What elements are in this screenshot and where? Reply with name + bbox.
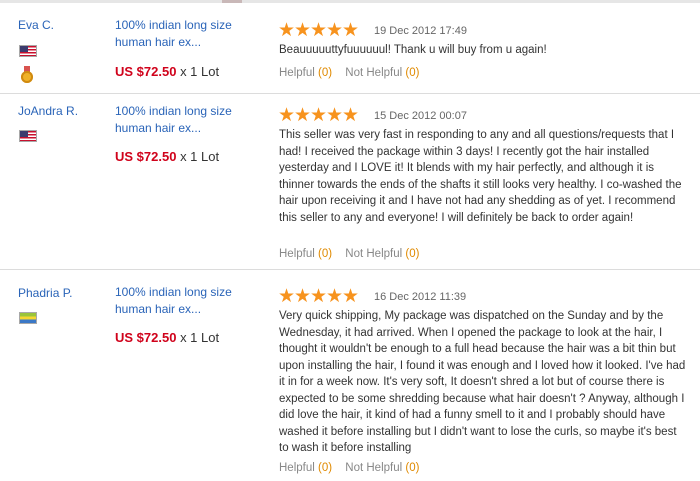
review-text: Beauuuuuttyfuuuuuul! Thank u will buy fr… <box>279 44 547 56</box>
review-text: This seller was very fast in responding … <box>279 129 682 224</box>
product-link[interactable]: 100% indian long size human hair ex... <box>115 284 255 318</box>
buyer-name[interactable]: Eva C. <box>18 18 54 32</box>
review-row: Eva C. 100% indian long size human hair … <box>0 0 700 94</box>
country-flag-icon <box>19 312 37 324</box>
star-icon: ★ <box>278 105 296 126</box>
star-icon: ★ <box>310 105 328 126</box>
quantity: x 1 Lot <box>180 149 220 164</box>
not-helpful-button[interactable]: Not Helpful (0) <box>345 462 419 474</box>
price-amount: US $72.50 <box>115 330 177 345</box>
helpful-votes: Helpful (0) Not Helpful (0) <box>279 462 419 474</box>
us-flag-icon <box>19 45 37 57</box>
quantity: x 1 Lot <box>180 330 220 345</box>
product-link[interactable]: 100% indian long size human hair ex... <box>115 17 255 51</box>
price-amount: US $72.50 <box>115 64 177 79</box>
review-text: Very quick shipping, My package was disp… <box>279 310 686 454</box>
star-rating: ★ ★ ★ ★ ★ <box>278 20 360 41</box>
helpful-button[interactable]: Helpful (0) <box>279 67 332 79</box>
not-helpful-button[interactable]: Not Helpful (0) <box>345 67 419 79</box>
helpful-button[interactable]: Helpful (0) <box>279 248 332 260</box>
star-rating: ★ ★ ★ ★ ★ <box>278 105 360 126</box>
buyer-name[interactable]: Phadria P. <box>18 286 73 300</box>
feedback-list: Eva C. 100% indian long size human hair … <box>0 0 700 481</box>
helpful-button[interactable]: Helpful (0) <box>279 462 332 474</box>
star-icon: ★ <box>294 20 312 41</box>
star-icon: ★ <box>326 105 344 126</box>
price-info: US $72.50 x 1 Lot <box>115 330 219 345</box>
star-icon: ★ <box>310 20 328 41</box>
star-icon: ★ <box>342 286 360 307</box>
helpful-votes: Helpful (0) Not Helpful (0) <box>279 67 419 79</box>
review-row: Phadria P. 100% indian long size human h… <box>0 269 700 481</box>
price-info: US $72.50 x 1 Lot <box>115 149 219 164</box>
star-icon: ★ <box>342 105 360 126</box>
price-info: US $72.50 x 1 Lot <box>115 64 219 79</box>
star-icon: ★ <box>342 20 360 41</box>
product-link[interactable]: 100% indian long size human hair ex... <box>115 103 255 137</box>
medal-icon <box>21 66 33 83</box>
star-icon: ★ <box>326 20 344 41</box>
star-icon: ★ <box>278 20 296 41</box>
buyer-name[interactable]: JoAndra R. <box>18 104 78 118</box>
us-flag-icon <box>19 130 37 142</box>
star-icon: ★ <box>326 286 344 307</box>
star-icon: ★ <box>278 286 296 307</box>
helpful-votes: Helpful (0) Not Helpful (0) <box>279 248 419 260</box>
price-amount: US $72.50 <box>115 149 177 164</box>
review-row: JoAndra R. 100% indian long size human h… <box>0 93 700 270</box>
quantity: x 1 Lot <box>180 64 220 79</box>
not-helpful-button[interactable]: Not Helpful (0) <box>345 248 419 260</box>
star-icon: ★ <box>294 105 312 126</box>
review-date: 15 Dec 2012 00:07 <box>374 110 467 122</box>
review-date: 19 Dec 2012 17:49 <box>374 25 467 37</box>
star-icon: ★ <box>310 286 328 307</box>
review-date: 16 Dec 2012 11:39 <box>374 291 467 303</box>
star-icon: ★ <box>294 286 312 307</box>
star-rating: ★ ★ ★ ★ ★ <box>278 286 360 307</box>
